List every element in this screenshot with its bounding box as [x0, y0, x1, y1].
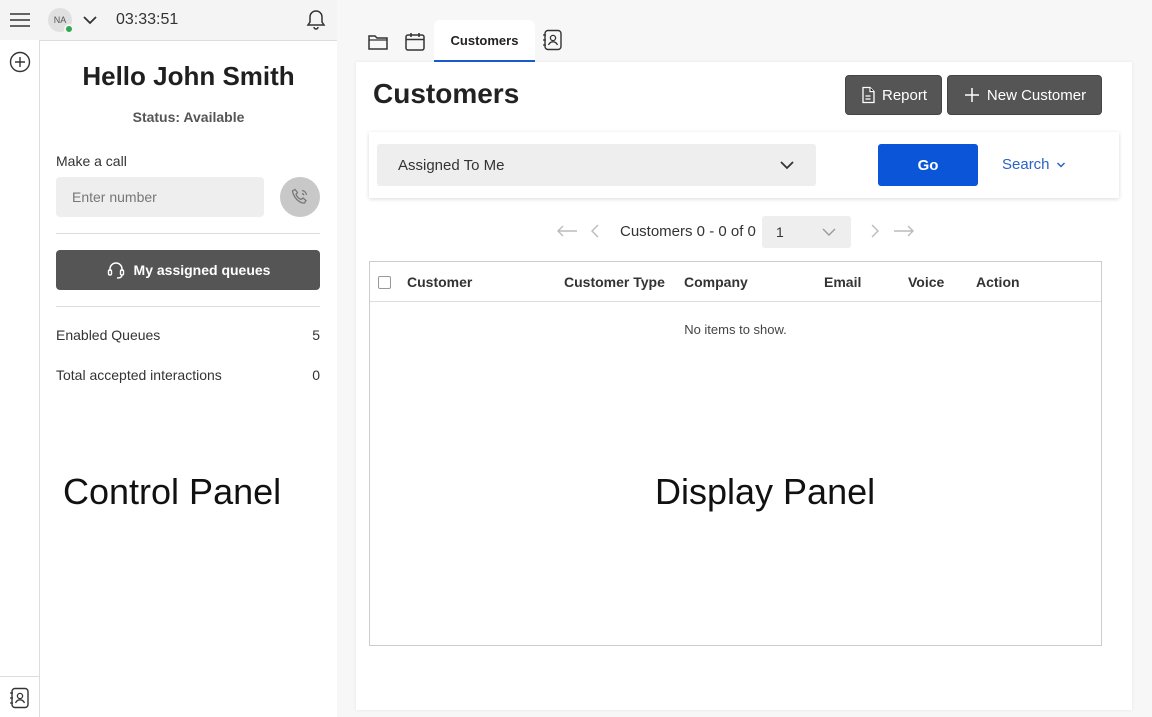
report-button-label: Report — [881, 86, 928, 104]
plus-icon — [964, 88, 979, 102]
column-header-customer[interactable]: Customer — [407, 274, 472, 290]
assignment-filter-select[interactable]: Assigned To Me — [377, 144, 816, 186]
search-link-label: Search — [1002, 156, 1050, 173]
column-header-action: Action — [976, 274, 1020, 290]
next-page-chevron-icon[interactable] — [870, 224, 880, 238]
display-panel-label: Display Panel — [655, 471, 876, 512]
last-page-arrow-icon[interactable] — [893, 224, 915, 238]
report-button[interactable]: Report — [845, 75, 942, 115]
display-panel: Customers Report New Customer Assigned T… — [356, 62, 1132, 710]
clock: 03:33:51 — [116, 11, 179, 28]
contact-book-tab-icon[interactable] — [542, 29, 564, 51]
avatar-initials: NA — [53, 15, 67, 25]
tab-customers[interactable]: Customers — [434, 20, 535, 62]
column-header-voice[interactable]: Voice — [908, 274, 944, 290]
greeting-heading: Hello John Smith — [82, 61, 295, 91]
column-header-company[interactable]: Company — [684, 274, 748, 290]
page-number-value: 1 — [776, 224, 784, 240]
new-customer-button[interactable]: New Customer — [947, 75, 1102, 115]
call-button[interactable] — [280, 177, 320, 217]
select-value: Assigned To Me — [398, 156, 505, 174]
stat-total-accepted-interactions: Total accepted interactions 0 — [56, 367, 320, 383]
folder-icon[interactable] — [367, 32, 389, 52]
select-all-checkbox[interactable] — [378, 276, 391, 289]
stat-label: Total accepted interactions — [56, 367, 222, 383]
contact-book-icon[interactable] — [9, 687, 31, 709]
document-icon — [862, 86, 875, 104]
phone-number-input[interactable] — [56, 177, 264, 217]
stat-value: 5 — [312, 327, 320, 343]
pager-label: Customers 0 - 0 of 0 — [620, 223, 756, 240]
empty-state-text: No items to show. — [684, 322, 787, 337]
filter-bar: Assigned To Me Go Search — [369, 132, 1119, 198]
stat-enabled-queues: Enabled Queues 5 — [56, 327, 320, 343]
hamburger-menu-icon[interactable] — [8, 10, 32, 30]
chevron-down-icon — [1056, 161, 1065, 168]
go-button[interactable]: Go — [878, 144, 978, 186]
avatar[interactable]: NA — [48, 8, 74, 34]
divider — [56, 306, 320, 307]
presence-status-dot — [64, 24, 74, 34]
bell-icon[interactable] — [304, 8, 328, 32]
table-header: Customer Customer Type Company Email Voi… — [370, 262, 1101, 302]
left-rail — [0, 40, 40, 717]
first-page-arrow-icon[interactable] — [556, 224, 578, 238]
previous-page-chevron-icon[interactable] — [590, 224, 600, 238]
control-panel: Hello John Smith Status: Available Make … — [40, 41, 337, 717]
calendar-icon[interactable] — [404, 32, 426, 52]
headset-icon — [107, 262, 124, 279]
chevron-down-icon — [822, 228, 836, 236]
customers-table: Customer Customer Type Company Email Voi… — [369, 261, 1102, 646]
queues-button-label: My assigned queues — [133, 262, 271, 278]
divider — [56, 233, 320, 234]
agent-status: Status: Available — [132, 109, 245, 125]
control-panel-label: Control Panel — [63, 471, 282, 512]
add-circle-icon[interactable] — [9, 51, 31, 73]
my-assigned-queues-button[interactable]: My assigned queues — [56, 250, 320, 290]
column-header-email[interactable]: Email — [824, 274, 861, 290]
column-header-customer-type[interactable]: Customer Type — [564, 274, 665, 290]
chevron-down-icon[interactable] — [82, 13, 98, 27]
rail-divider — [0, 676, 40, 677]
stat-value: 0 — [312, 367, 320, 383]
phone-icon — [291, 188, 308, 204]
page-title: Customers — [373, 78, 520, 109]
chevron-down-icon — [780, 161, 794, 170]
pagination: Customers 0 - 0 of 0 1 — [356, 216, 1132, 248]
top-bar: NA 03:33:51 — [0, 0, 337, 41]
new-customer-button-label: New Customer — [986, 86, 1087, 104]
make-call-label: Make a call — [56, 153, 127, 169]
stat-label: Enabled Queues — [56, 327, 161, 343]
page-number-select[interactable]: 1 — [762, 216, 851, 248]
search-link[interactable]: Search — [1002, 156, 1066, 173]
